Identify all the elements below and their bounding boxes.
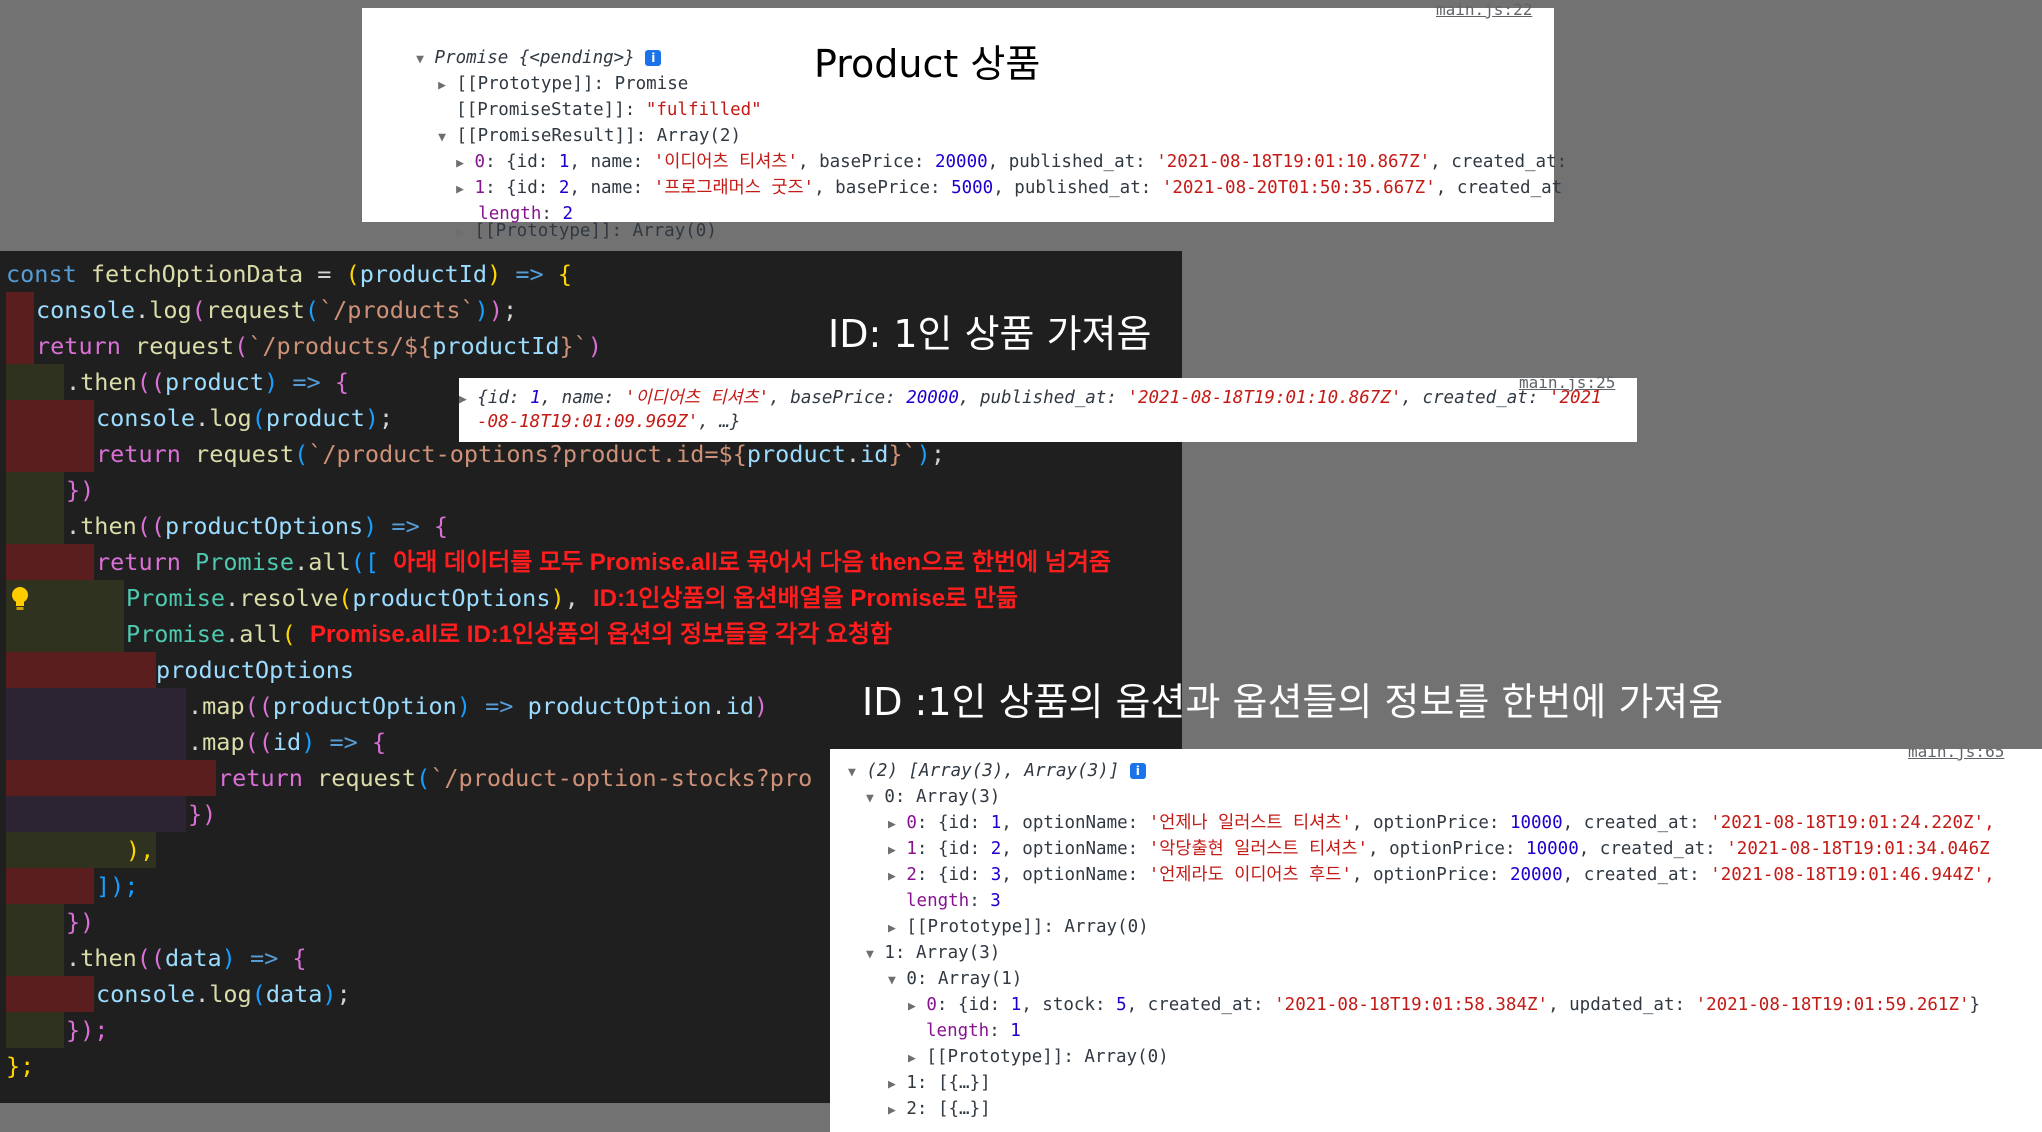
list-item[interactable]: ▶ 2: [{…}]	[888, 1096, 991, 1122]
console-panel-product: main.js:22 ▼ Promise {<pending>} i ▶ [[P…	[362, 2, 1567, 241]
product-object-row-wrap: -08-18T19:01:09.969Z', …}	[477, 412, 741, 432]
console-panel-single-product: main.js:25 ▶ {id: 1, name: '이디어츠 티셔츠', b…	[459, 375, 1637, 442]
list-item[interactable]: ▶ 2: {id: 3, optionName: '언제라도 이디어츠 후드',…	[888, 862, 1995, 888]
annotation-resolve: ID:1인상품의 옵션배열을 Promise로 만듦	[592, 585, 1018, 612]
product-object-row[interactable]: ▶ {id: 1, name: '이디어츠 티셔츠', basePrice: 2…	[459, 385, 1602, 411]
caption-id1-options: ID :1인 상품의 옵션과 옵션들의 정보를 한번에 가져옴	[862, 680, 1724, 724]
source-link[interactable]: main.js:65	[1908, 749, 2004, 760]
code-line-1[interactable]: const fetchOptionData = (productId) => {	[6, 256, 572, 292]
code-line-4[interactable]: .then((product) => {	[66, 364, 349, 400]
code-line-22[interactable]: });	[66, 1012, 108, 1048]
collapse-triangle-icon[interactable]: ▶	[888, 921, 896, 936]
code-line-10[interactable]: Promise.resolve(productOptions), ID:1인상품…	[126, 580, 1018, 616]
item-published: '2021-08-20T01:50:35.667Z'	[1161, 178, 1436, 198]
expand-triangle-icon[interactable]: ▼	[866, 947, 874, 962]
code-line-12[interactable]: productOptions	[156, 652, 354, 688]
collapse-triangle-icon[interactable]: ▶	[888, 1077, 896, 1092]
list-item[interactable]: ▶ 1: {id: 2, optionName: '악당출현 일러스트 티셔츠'…	[888, 836, 1990, 862]
item-baseprice: 5000	[951, 178, 994, 198]
sub-group-row[interactable]: ▼ 0: Array(1)	[888, 966, 1022, 992]
item-tail: , created_at	[1435, 178, 1563, 198]
code-line-9[interactable]: return Promise.all([ 아래 데이터를 모두 Promise.…	[96, 544, 1111, 580]
prototype-row[interactable]: ▶ [[Prototype]]: Array(0)	[908, 1044, 1169, 1070]
collapse-triangle-icon[interactable]: ▶	[459, 392, 467, 407]
source-link[interactable]: main.js:22	[1436, 2, 1532, 18]
indent-guide	[6, 796, 186, 832]
indent-guide	[6, 760, 216, 796]
promise-row[interactable]: ▼ Promise {<pending>} i	[374, 19, 662, 68]
promise-state-row: [[PromiseState]]: "fulfilled"	[414, 71, 762, 120]
annotation-bundle: 아래 데이터를 모두 Promise.all로 묶어서 다음 then으로 한번…	[393, 549, 1111, 576]
caption-id1-product: ID: 1인 상품 가져옴	[828, 312, 1152, 356]
expand-triangle-icon[interactable]: ▼	[848, 765, 856, 780]
indent-guide	[6, 868, 94, 904]
array-prototype-row[interactable]: ▶ [[Prototype]]: Array(0)	[414, 201, 717, 241]
expand-triangle-icon[interactable]: ▼	[888, 973, 896, 988]
indent-guide	[6, 400, 94, 472]
code-line-15[interactable]: return request(`/product-option-stocks?p…	[218, 760, 812, 796]
code-line-13[interactable]: .map((productOption) => productOption.id…	[188, 688, 768, 724]
code-line-8[interactable]: .then((productOptions) => {	[66, 508, 448, 544]
prototype-row[interactable]: ▶ [[Prototype]]: Promise	[396, 45, 688, 94]
expand-triangle-icon[interactable]: ▼	[866, 791, 874, 806]
indent-guide	[6, 544, 94, 580]
annotation-all: Promise.all로 ID:1인상품의 옵션의 정보들을 각각 요청함	[309, 621, 893, 648]
collapse-triangle-icon[interactable]: ▶	[888, 869, 896, 884]
code-line-16[interactable]: })	[188, 796, 216, 832]
list-item[interactable]: ▶ 1: {id: 2, name: '프로그래머스 굿즈', basePric…	[414, 149, 1562, 198]
code-line-11[interactable]: Promise.all( Promise.all로 ID:1인상품의 옵션의 정…	[126, 616, 892, 652]
indent-guide	[6, 652, 156, 688]
group-row[interactable]: ▼ 1: Array(3)	[866, 940, 1000, 966]
list-item[interactable]: ▶ 0: {id: 1, optionName: '언제나 일러스트 티셔츠',…	[888, 810, 1995, 836]
caption-product: Product 상품	[814, 42, 1041, 86]
code-line-18[interactable]: ]);	[96, 868, 138, 904]
console-panel-options: main.js:65 ▼ (2) [Array(3), Array(3)] i …	[830, 749, 2042, 1132]
code-line-2[interactable]: console.log(request(`/products`));	[36, 292, 517, 328]
group-row[interactable]: ▼ 0: Array(3)	[866, 784, 1000, 810]
indent-guide	[6, 1012, 64, 1048]
collapse-triangle-icon[interactable]: ▶	[888, 843, 896, 858]
indent-guide	[6, 292, 34, 364]
indent-guide	[6, 472, 64, 544]
code-line-17[interactable]: ),	[126, 832, 154, 868]
info-icon[interactable]: i	[1129, 763, 1146, 779]
collapse-triangle-icon[interactable]: ▶	[908, 999, 916, 1014]
list-item[interactable]: ▶ 1: [{…}]	[888, 1070, 991, 1096]
indent-guide	[6, 904, 64, 976]
code-line-5[interactable]: console.log(product);	[96, 400, 393, 436]
length-row: length: 3	[906, 891, 1001, 911]
indent-guide	[6, 364, 64, 400]
code-line-3[interactable]: return request(`/products/${productId}`)	[36, 328, 602, 364]
code-line-23[interactable]: };	[6, 1048, 34, 1084]
code-line-21[interactable]: console.log(data);	[96, 976, 351, 1012]
indent-guide	[6, 688, 186, 760]
lightbulb-icon[interactable]	[10, 586, 30, 612]
promise-result-row[interactable]: ▼ [[PromiseResult]]: Array(2)	[396, 97, 741, 146]
item-name: '프로그래머스 굿즈'	[653, 178, 815, 198]
code-line-19[interactable]: })	[66, 904, 94, 940]
prototype-row[interactable]: ▶ [[Prototype]]: Array(0)	[888, 914, 1149, 940]
length-row: length: 1	[926, 1021, 1021, 1041]
collapse-triangle-icon[interactable]: ▶	[456, 225, 464, 240]
result-array-row[interactable]: ▼ (2) [Array(3), Array(3)] i	[848, 758, 1146, 784]
list-item[interactable]: ▶ 0: {id: 1, stock: 5, created_at: '2021…	[908, 992, 1980, 1018]
array-prototype-text: [[Prototype]]: Array(0)	[474, 221, 717, 241]
code-line-7[interactable]: })	[66, 472, 94, 508]
collapse-triangle-icon[interactable]: ▶	[888, 1103, 896, 1118]
collapse-triangle-icon[interactable]: ▶	[908, 1051, 916, 1066]
indent-guide	[6, 976, 94, 1012]
collapse-triangle-icon[interactable]: ▶	[888, 817, 896, 832]
list-item[interactable]: ▶ 0: {id: 1, name: '이디어츠 티셔츠', basePrice…	[414, 123, 1567, 172]
code-line-14[interactable]: .map((id) => {	[188, 724, 386, 760]
code-line-20[interactable]: .then((data) => {	[66, 940, 307, 976]
length-row: length: 2	[478, 204, 573, 224]
